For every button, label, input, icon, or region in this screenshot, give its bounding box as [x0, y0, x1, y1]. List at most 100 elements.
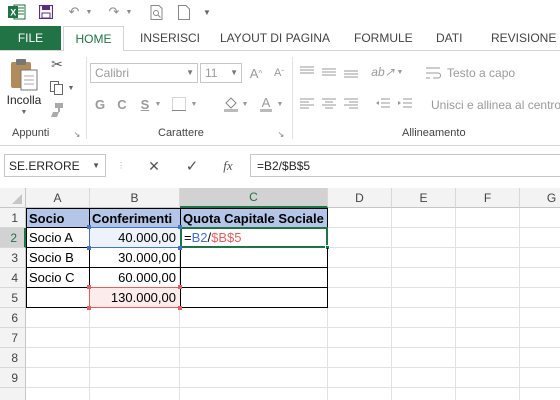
empty-cell[interactable] [456, 328, 520, 348]
row-header-10[interactable] [0, 388, 26, 400]
empty-cell[interactable] [520, 388, 560, 400]
enter-icon[interactable]: ✓ [180, 156, 204, 176]
row-header-1[interactable]: 1 [0, 208, 26, 228]
cell-a2[interactable]: Socio A [26, 227, 90, 248]
align-left-icon[interactable] [298, 95, 316, 113]
undo-dropdown-icon[interactable]: ▼ [84, 2, 94, 22]
name-box[interactable]: SE.ERRORE ▼ [4, 154, 106, 177]
empty-cell[interactable] [456, 288, 520, 308]
cut-icon[interactable]: ✂ [48, 55, 66, 73]
empty-cell[interactable] [328, 228, 392, 248]
empty-cell[interactable] [90, 328, 180, 348]
italic-button[interactable]: C [114, 95, 130, 113]
empty-cell[interactable] [456, 248, 520, 268]
spreadsheet-grid[interactable]: A B C D E F G 1 2 3 4 5 6 7 8 9 Socio Co… [0, 188, 560, 400]
fill-color-icon[interactable] [222, 95, 240, 113]
row-header-4[interactable]: 4 [0, 268, 26, 288]
empty-cell[interactable] [392, 308, 456, 328]
row-header-7[interactable]: 7 [0, 328, 26, 348]
tab-data[interactable]: DATI [436, 26, 462, 50]
borders-dropdown-icon[interactable]: ▼ [190, 99, 198, 109]
empty-cell[interactable] [180, 368, 328, 388]
align-bottom-icon[interactable] [342, 63, 360, 81]
empty-cell[interactable] [392, 288, 456, 308]
empty-cell[interactable] [328, 268, 392, 288]
tab-insert[interactable]: INSERISCI [140, 26, 200, 50]
redo-icon[interactable]: ↷ [104, 2, 124, 22]
underline-button[interactable]: S [138, 95, 152, 113]
save-icon[interactable] [36, 2, 56, 22]
column-header-d[interactable]: D [328, 188, 392, 208]
cell-b2[interactable]: 40.000,00 [89, 227, 181, 248]
empty-cell[interactable] [392, 328, 456, 348]
cell-c2-edit[interactable]: = B2/$B$5 [180, 227, 328, 248]
redo-dropdown-icon[interactable]: ▼ [124, 2, 134, 22]
customize-qat-icon[interactable]: ▼ [200, 2, 214, 22]
cell-c5[interactable] [180, 288, 328, 308]
font-color-button[interactable]: A [258, 95, 274, 113]
column-header-f[interactable]: F [456, 188, 520, 208]
paste-dropdown-icon[interactable]: ▼ [16, 107, 32, 117]
align-middle-icon[interactable] [320, 63, 338, 81]
empty-cell[interactable] [328, 248, 392, 268]
wrap-text-button[interactable]: Testo a capo [426, 63, 556, 83]
tab-formulas[interactable]: FORMULE [354, 26, 413, 50]
empty-cell[interactable] [456, 308, 520, 328]
empty-cell[interactable] [392, 268, 456, 288]
tab-page-layout[interactable]: LAYOUT DI PAGINA [220, 26, 330, 50]
ref2-handle[interactable] [178, 285, 182, 289]
empty-cell[interactable] [392, 248, 456, 268]
new-document-icon[interactable] [174, 2, 194, 22]
empty-cell[interactable] [180, 388, 328, 400]
tab-file[interactable]: FILE [0, 26, 61, 50]
empty-cell[interactable] [90, 308, 180, 328]
empty-cell[interactable] [520, 208, 560, 228]
row-header-8[interactable]: 8 [0, 348, 26, 368]
align-center-icon[interactable] [320, 95, 338, 113]
cell-a1[interactable]: Socio [26, 208, 90, 228]
font-color-dropdown-icon[interactable]: ▼ [276, 99, 284, 109]
tab-home[interactable]: HOME [63, 26, 124, 51]
row-header-9[interactable]: 9 [0, 368, 26, 388]
column-header-c[interactable]: C [180, 188, 328, 208]
row-header-6[interactable]: 6 [0, 308, 26, 328]
column-header-b[interactable]: B [90, 188, 180, 208]
tab-review[interactable]: REVISIONE [491, 26, 556, 50]
row-header-3[interactable]: 3 [0, 248, 26, 268]
empty-cell[interactable] [520, 368, 560, 388]
font-name-combo[interactable]: Calibri ▼ [90, 63, 198, 83]
empty-cell[interactable] [520, 348, 560, 368]
empty-cell[interactable] [520, 228, 560, 248]
ref1-handle[interactable] [87, 225, 91, 229]
empty-cell[interactable] [456, 228, 520, 248]
clipboard-launcher-icon[interactable]: ↘ [72, 129, 82, 139]
insert-function-icon[interactable]: fx [216, 156, 240, 176]
decrease-indent-icon[interactable] [374, 95, 392, 113]
format-painter-icon[interactable] [48, 101, 66, 119]
paste-button[interactable] [6, 57, 42, 93]
cell-c4[interactable] [180, 268, 328, 288]
empty-cell[interactable] [26, 328, 90, 348]
copy-icon[interactable] [48, 79, 66, 97]
increase-indent-icon[interactable] [396, 95, 414, 113]
cell-b1[interactable]: Conferimenti [89, 208, 181, 228]
fill-color-dropdown-icon[interactable]: ▼ [241, 99, 249, 109]
ref2-handle[interactable] [178, 306, 182, 310]
cell-a5[interactable] [26, 288, 90, 308]
formula-bar-grip-icon[interactable]: ⋮ [117, 158, 125, 174]
empty-cell[interactable] [90, 388, 180, 400]
empty-cell[interactable] [328, 388, 392, 400]
shrink-font-button[interactable]: Aˇ [270, 63, 288, 83]
select-all-corner[interactable] [0, 188, 26, 208]
empty-cell[interactable] [392, 208, 456, 228]
borders-icon[interactable] [170, 95, 188, 113]
font-size-combo[interactable]: 11 ▼ [200, 63, 242, 83]
empty-cell[interactable] [392, 388, 456, 400]
print-preview-icon[interactable] [146, 2, 166, 22]
formula-input[interactable]: =B2/$B$5 [250, 154, 560, 177]
empty-cell[interactable] [26, 388, 90, 400]
empty-cell[interactable] [520, 328, 560, 348]
ref1-handle[interactable] [178, 246, 182, 250]
merge-center-button[interactable]: Unisci e allinea al centro [426, 95, 560, 115]
empty-cell[interactable] [456, 348, 520, 368]
